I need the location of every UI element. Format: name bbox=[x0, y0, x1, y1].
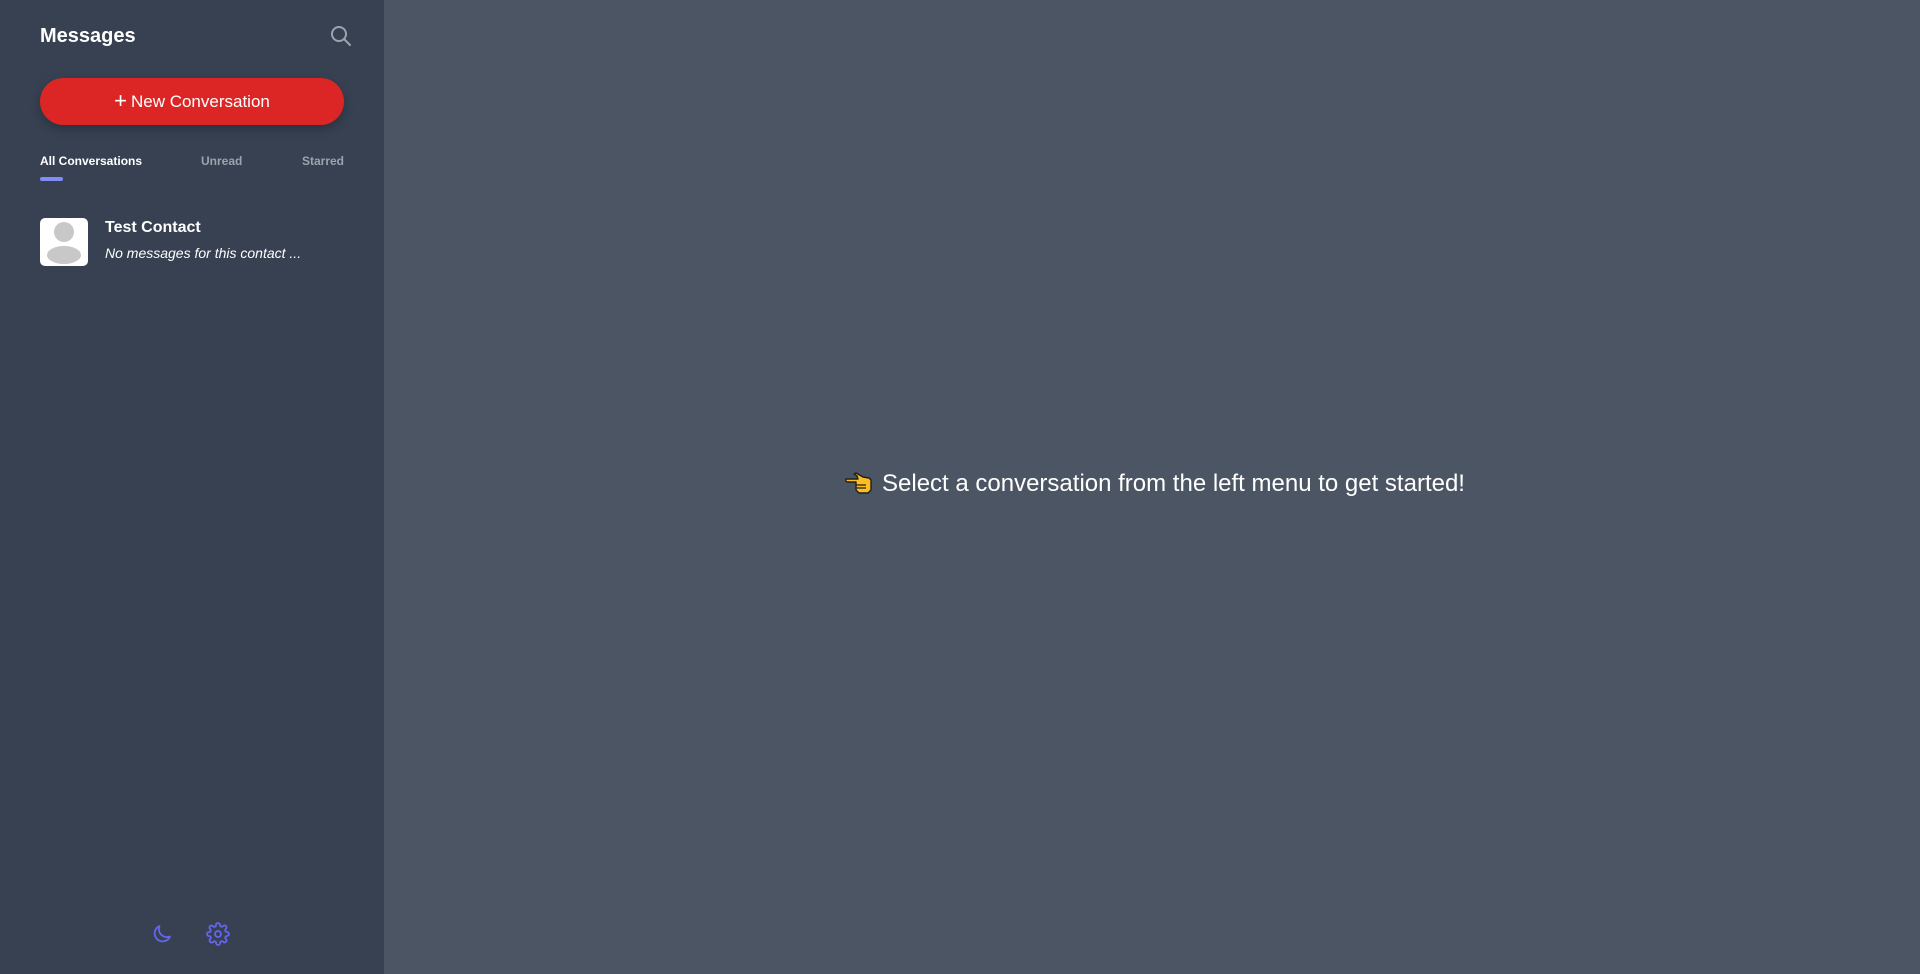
new-conversation-button[interactable]: + New Conversation bbox=[40, 78, 344, 125]
conversation-list-item[interactable]: Test Contact No messages for this contac… bbox=[40, 218, 344, 266]
avatar-head bbox=[54, 222, 74, 242]
avatar bbox=[40, 218, 88, 266]
messages-app: Messages + New Conversation All Conversa… bbox=[0, 0, 1920, 974]
new-conversation-label: New Conversation bbox=[130, 91, 270, 111]
empty-state-message: Select a conversation from the left menu… bbox=[882, 470, 1465, 497]
active-tab-indicator bbox=[40, 177, 63, 181]
main-panel: Select a conversation from the left menu… bbox=[384, 0, 1920, 974]
sidebar-title: Messages bbox=[40, 25, 136, 47]
sidebar-header: Messages bbox=[40, 24, 353, 50]
plus-icon: + bbox=[114, 87, 127, 113]
sidebar-footer bbox=[150, 922, 234, 946]
pointing-hand-icon bbox=[845, 472, 872, 494]
avatar-body bbox=[47, 246, 81, 264]
gear-icon bbox=[206, 922, 230, 946]
tab-starred[interactable]: Starred bbox=[302, 154, 344, 168]
settings-button[interactable] bbox=[206, 922, 230, 946]
empty-state: Select a conversation from the left menu… bbox=[844, 470, 1465, 498]
moon-icon bbox=[153, 925, 171, 943]
search-button[interactable] bbox=[329, 24, 353, 48]
search-icon bbox=[331, 26, 351, 46]
conversation-tabs: All Conversations Unread Starred bbox=[40, 154, 344, 184]
sidebar: Messages + New Conversation All Conversa… bbox=[0, 0, 384, 974]
conversation-preview: No messages for this contact ... bbox=[105, 245, 302, 261]
tab-all-conversations[interactable]: All Conversations bbox=[40, 154, 142, 168]
dark-mode-toggle[interactable] bbox=[150, 922, 174, 946]
tab-unread[interactable]: Unread bbox=[201, 154, 242, 168]
conversation-contact-name: Test Contact bbox=[105, 219, 201, 236]
